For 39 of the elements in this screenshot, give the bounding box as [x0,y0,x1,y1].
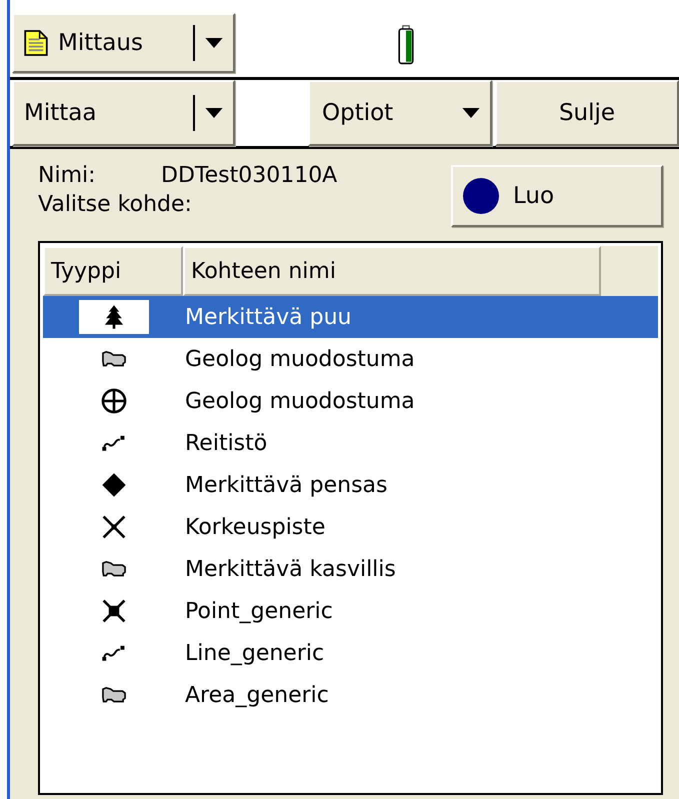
name-label: Nimi: [38,163,97,188]
caret-icon [205,38,223,48]
cross-icon [101,598,127,624]
list-row[interactable]: Geolog muodostuma [43,338,658,380]
list-row[interactable]: Area_generic [43,674,658,716]
object-name: Reitistö [185,430,268,456]
list-row[interactable]: Merkittävä pensas [43,464,658,506]
object-name: Merkittävä puu [185,304,352,330]
name-value: DDTest030110A [161,163,338,188]
select-label: Valitse kohde: [38,192,193,217]
caret-icon [462,108,480,118]
circle-icon [463,178,499,214]
list-row[interactable]: Korkeuspiste [43,506,658,548]
column-header[interactable]: Tyyppi [43,246,183,296]
column-header[interactable]: Kohteen nimi [183,246,601,296]
object-name: Geolog muodostuma [185,346,415,372]
list-row[interactable]: Merkittävä puu [43,296,658,338]
mittaus-menu-button[interactable]: Mittaus [12,13,235,73]
list-row[interactable]: Line_generic [43,632,658,674]
optiot-menu-button[interactable]: Optiot [308,80,492,146]
mittaa-dropdown[interactable]: Mittaa [12,80,235,146]
list-row[interactable]: Geolog muodostuma [43,380,658,422]
list-row[interactable]: Point_generic [43,590,658,632]
object-name: Merkittävä kasvillis [185,556,396,582]
object-name: Point_generic [185,598,333,624]
document-icon [24,29,48,57]
cross-icon [101,514,127,540]
object-name: Area_generic [185,682,329,708]
crosshair-icon [101,388,127,414]
create-button[interactable]: Luo [451,165,663,227]
object-name: Line_generic [185,640,324,666]
caret-icon [205,108,223,118]
close-button[interactable]: Sulje [495,80,679,146]
object-name: Korkeuspiste [185,514,326,540]
object-name: Merkittävä pensas [185,472,388,498]
diamond-icon [101,472,127,498]
list-row[interactable]: Merkittävä kasvillis [43,548,658,590]
list-row[interactable]: Reitistö [43,422,658,464]
object-name: Geolog muodostuma [185,388,415,414]
